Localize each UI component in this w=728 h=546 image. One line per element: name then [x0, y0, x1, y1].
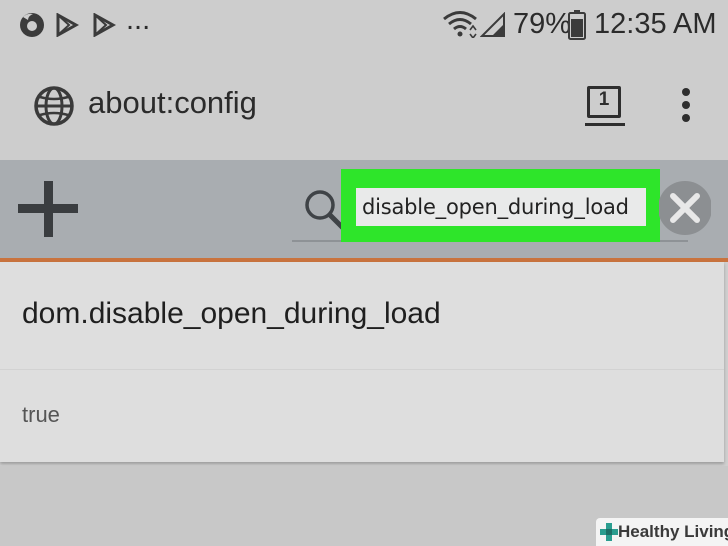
url-text[interactable]: about:config	[88, 85, 257, 121]
battery-icon	[568, 10, 586, 40]
play-store-icon	[56, 13, 79, 37]
plus-logo-icon	[600, 523, 618, 541]
url-bar[interactable]: about:config 1	[0, 52, 728, 160]
pref-name: dom.disable_open_during_load	[22, 297, 441, 330]
watermark-text: Healthy Living	[618, 522, 728, 541]
watermark: Healthy Living	[596, 518, 728, 546]
tabs-button[interactable]: 1	[585, 86, 627, 128]
pref-value: true	[22, 402, 60, 427]
tab-count: 1	[598, 89, 610, 110]
firefox-icon	[20, 13, 44, 37]
pref-row[interactable]: dom.disable_open_during_load true	[0, 262, 724, 462]
wifi-icon	[443, 11, 477, 38]
signal-icon	[480, 12, 505, 37]
globe-icon	[34, 86, 74, 126]
play-store-icon	[93, 13, 116, 37]
clear-search-icon[interactable]	[659, 180, 711, 236]
search-input[interactable]	[356, 188, 646, 226]
clock: 12:35 AM	[594, 8, 717, 40]
battery-percent: 79%	[513, 8, 572, 40]
status-bar: ... 79% 12:35 AM	[0, 0, 728, 52]
add-icon[interactable]	[17, 180, 79, 238]
more-vertical-icon[interactable]	[678, 86, 694, 126]
notification-overflow: ...	[126, 4, 151, 36]
pref-divider	[0, 369, 724, 370]
